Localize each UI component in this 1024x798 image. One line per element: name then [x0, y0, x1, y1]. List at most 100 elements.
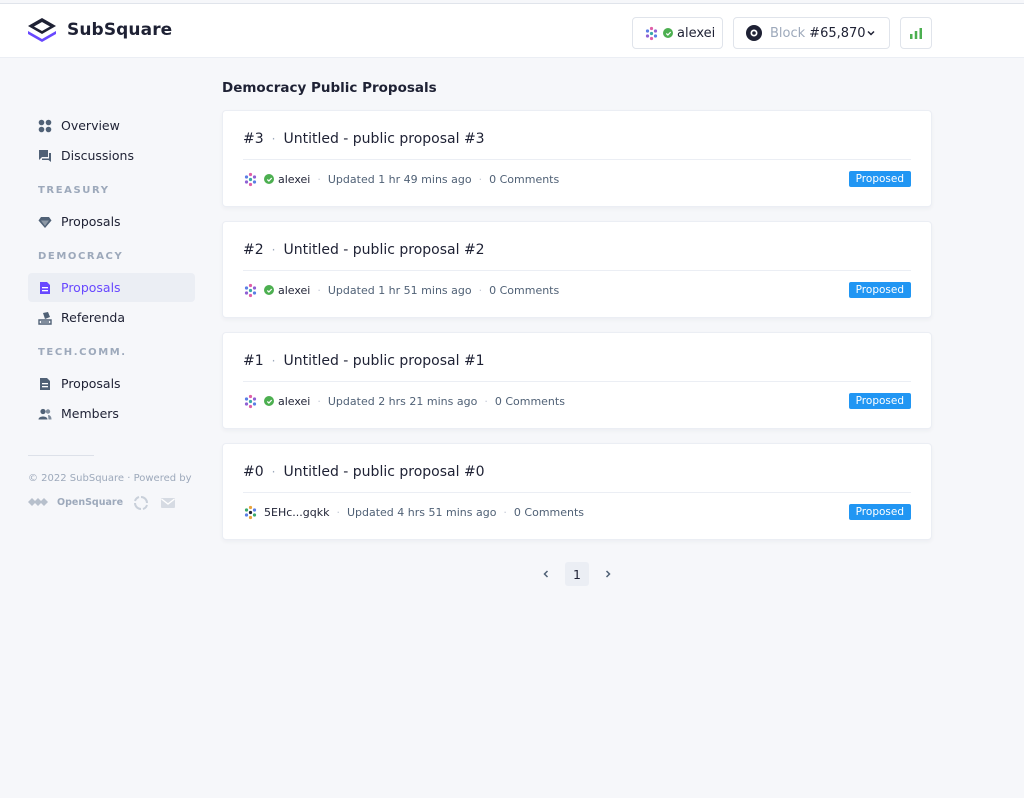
mail-icon[interactable]: [160, 495, 176, 511]
proposal-title-link[interactable]: #0 · Untitled - public proposal #0: [243, 464, 485, 480]
subsquare-logo-icon: [28, 18, 56, 42]
meta-separator: ·: [317, 283, 321, 297]
sidebar-heading-treasury: TREASURY: [38, 185, 110, 196]
chevron-right-icon: [605, 570, 611, 578]
opensquare-name: OpenSquare: [57, 496, 124, 508]
separator-dot: ·: [271, 354, 276, 368]
block-label: Block: [770, 25, 806, 41]
proposal-index: #1: [243, 353, 264, 369]
block-selector[interactable]: Block #65,870: [733, 17, 890, 49]
sidebar-item-label: Proposals: [61, 214, 121, 229]
identicon-icon: [244, 505, 257, 519]
pagination-next-button[interactable]: [600, 566, 616, 582]
grid-icon: [38, 119, 52, 132]
sidebar-item-techcomm-proposals[interactable]: Proposals: [28, 369, 195, 398]
sidebar-item-label: Proposals: [61, 376, 121, 391]
sidebar-item-overview[interactable]: Overview: [28, 111, 195, 140]
opensquare-link[interactable]: OpenSquare: [28, 495, 123, 509]
top-header: SubSquare alexei Block #65,870: [0, 4, 1024, 58]
proposal-title: Untitled - public proposal #2: [283, 242, 485, 258]
sidebar-item-label: Discussions: [61, 148, 134, 163]
verified-icon: [264, 285, 274, 295]
updated-time: Updated 1 hr 49 mins ago: [327, 172, 472, 186]
updated-time: Updated 2 hrs 21 mins ago: [327, 394, 478, 408]
sidebar-heading-techcomm: TECH.COMM.: [38, 347, 127, 358]
meta-separator: ·: [317, 172, 321, 186]
document-icon: [40, 377, 50, 390]
card-divider: [243, 381, 911, 382]
proposal-card[interactable]: #3 · Untitled - public proposal #3 alexe…: [222, 110, 932, 207]
chain-icon: [746, 25, 762, 41]
identicon-icon: [244, 283, 257, 297]
verified-icon: [264, 396, 274, 406]
meta-separator: ·: [503, 505, 507, 519]
author-name[interactable]: alexei: [278, 395, 310, 408]
meta-separator: ·: [336, 505, 340, 519]
pagination-page-current[interactable]: 1: [565, 562, 589, 586]
sidebar-item-members[interactable]: Members: [28, 399, 195, 428]
comments-count[interactable]: 0 Comments: [489, 284, 559, 297]
author-name[interactable]: alexei: [278, 284, 310, 297]
separator-dot: ·: [271, 465, 276, 479]
identicon-icon: [244, 394, 257, 408]
pagination-prev-button[interactable]: [538, 566, 554, 582]
sidebar-item-label: Overview: [61, 118, 120, 133]
verified-icon: [663, 28, 673, 38]
status-badge: Proposed: [848, 504, 911, 520]
proposal-title-link[interactable]: #3 · Untitled - public proposal #3: [243, 131, 485, 147]
comments-count[interactable]: 0 Comments: [514, 506, 584, 519]
chevron-down-icon: [867, 30, 875, 36]
meta-separator: ·: [478, 172, 483, 186]
sidebar-item-label: Proposals: [61, 280, 121, 295]
proposal-card[interactable]: #2 · Untitled - public proposal #2 alexe…: [222, 221, 932, 318]
updated-time: Updated 1 hr 51 mins ago: [327, 283, 472, 297]
network-status-button[interactable]: [900, 17, 932, 49]
author-name[interactable]: 5EHc...gqkk: [264, 506, 329, 519]
subsquare-logo[interactable]: SubSquare: [27, 17, 172, 43]
verified-icon: [264, 174, 274, 184]
account-button[interactable]: alexei: [632, 17, 723, 49]
sidebar-item-treasury-proposals[interactable]: Proposals: [28, 207, 195, 236]
status-badge: Proposed: [848, 171, 911, 187]
proposal-title: Untitled - public proposal #1: [283, 353, 485, 369]
card-divider: [243, 270, 911, 271]
sidebar-item-discussions[interactable]: Discussions: [28, 141, 195, 170]
brand-name: SubSquare: [67, 20, 173, 40]
sidebar-item-label: Members: [61, 406, 119, 421]
card-divider: [243, 159, 911, 160]
sidebar-item-label: Referenda: [61, 310, 125, 325]
proposal-index: #2: [243, 242, 264, 258]
comments-count[interactable]: 0 Comments: [495, 395, 565, 408]
vote-icon: [38, 311, 52, 325]
account-name: alexei: [677, 25, 716, 41]
card-divider: [243, 492, 911, 493]
comments-count[interactable]: 0 Comments: [489, 173, 559, 186]
proposal-title: Untitled - public proposal #3: [283, 131, 485, 147]
footer-copyright: © 2022 SubSquare · Powered by: [28, 473, 192, 484]
proposal-card[interactable]: #0 · Untitled - public proposal #0 5EHc.…: [222, 443, 932, 540]
author-name[interactable]: alexei: [278, 173, 310, 186]
proposal-card[interactable]: #1 · Untitled - public proposal #1 alexe…: [222, 332, 932, 429]
page-title: Democracy Public Proposals: [222, 80, 437, 96]
proposal-index: #0: [243, 464, 264, 480]
chevron-left-icon: [543, 570, 549, 578]
status-badge: Proposed: [848, 393, 911, 409]
separator-dot: ·: [271, 132, 276, 146]
element-chat-icon[interactable]: [133, 495, 149, 511]
sidebar-item-referenda[interactable]: Referenda: [28, 303, 195, 332]
proposal-index: #3: [243, 131, 264, 147]
updated-time: Updated 4 hrs 51 mins ago: [346, 505, 497, 519]
chat-icon: [39, 149, 51, 162]
opensquare-logo-icon: [28, 498, 48, 506]
proposal-title-link[interactable]: #2 · Untitled - public proposal #2: [243, 242, 485, 258]
sidebar-heading-democracy: DEMOCRACY: [38, 251, 124, 262]
identicon-icon: [244, 172, 257, 186]
block-number: #65,870: [809, 25, 866, 41]
sidebar-item-democracy-proposals[interactable]: Proposals: [28, 273, 195, 302]
meta-separator: ·: [484, 394, 488, 408]
proposal-meta: alexei · Updated 1 hr 51 mins ago · 0 Co…: [243, 282, 559, 298]
proposal-title: Untitled - public proposal #0: [283, 464, 485, 480]
status-badge: Proposed: [848, 282, 911, 298]
proposal-title-link[interactable]: #1 · Untitled - public proposal #1: [243, 353, 485, 369]
people-icon: [38, 408, 52, 419]
